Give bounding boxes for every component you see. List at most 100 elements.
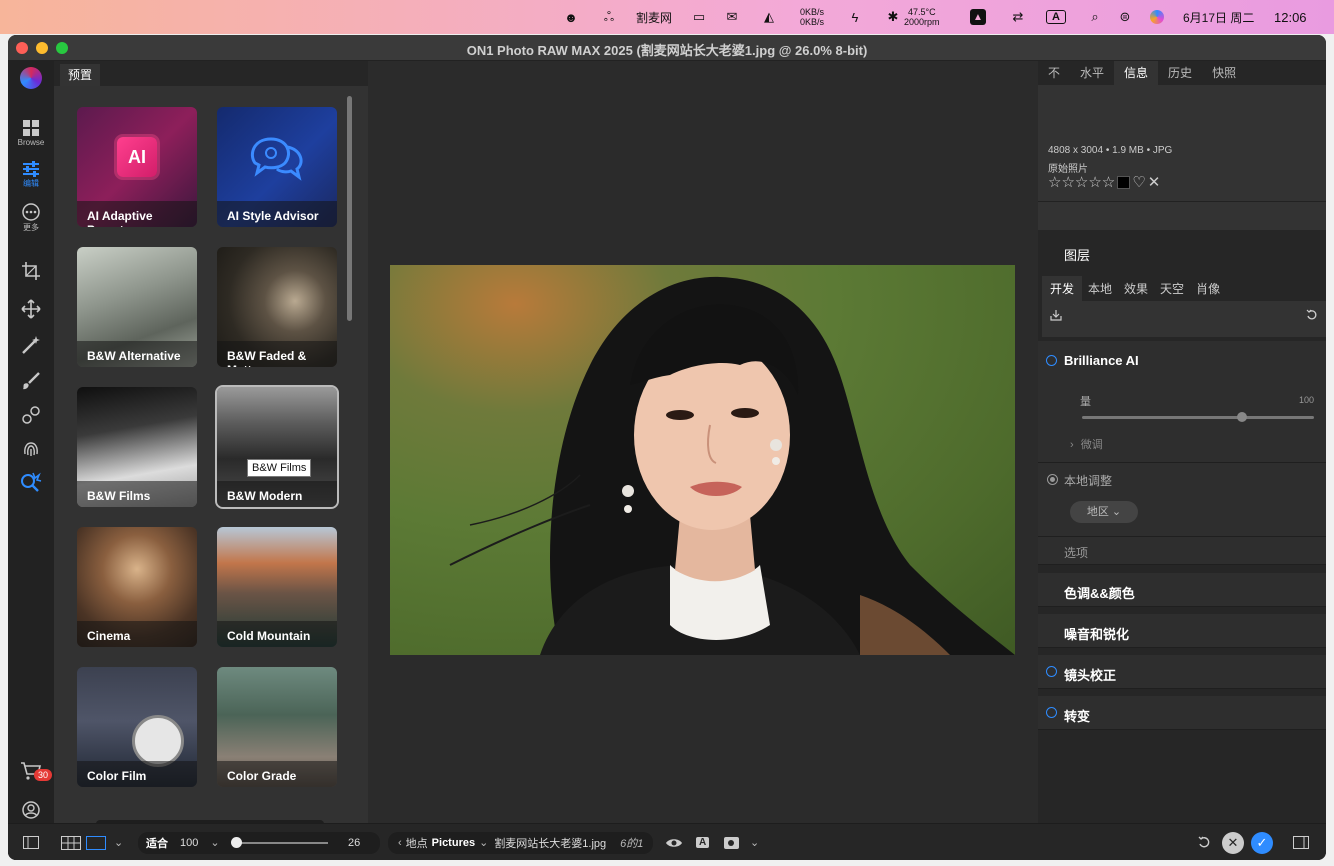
heart-icon[interactable]: ♡: [1132, 173, 1145, 191]
edited-photo[interactable]: [390, 265, 1015, 655]
wechat-icon[interactable]: ✉: [723, 0, 741, 34]
undo-icon[interactable]: [1198, 824, 1211, 860]
search-icon[interactable]: ⌕: [1086, 0, 1104, 34]
crop-tool[interactable]: [8, 261, 54, 281]
tab-develop[interactable]: 开发: [1042, 276, 1083, 301]
mask-view-icon[interactable]: [724, 824, 739, 860]
tab-nav[interactable]: 不: [1038, 61, 1070, 85]
account-button[interactable]: [8, 799, 54, 821]
preset-card-bw-modern[interactable]: B&W Modern: [215, 385, 339, 509]
apply-button[interactable]: ✓: [1251, 824, 1273, 860]
cancel-button[interactable]: ✕: [1222, 824, 1244, 860]
mask-chevron-down-icon[interactable]: ⌄: [750, 824, 759, 860]
tab-history[interactable]: 历史: [1158, 61, 1202, 85]
options-row[interactable]: 选项: [1038, 537, 1326, 565]
ai-mask-tool[interactable]: [8, 471, 54, 493]
noise-sharpen-section[interactable]: 噪音和锐化: [1038, 614, 1326, 648]
clone-tool[interactable]: [8, 405, 54, 425]
lens-toggle[interactable]: [1046, 666, 1057, 677]
app-logo-icon[interactable]: [8, 67, 54, 89]
radio-icon[interactable]: [1047, 474, 1058, 485]
grid-view-icon[interactable]: [61, 824, 81, 860]
cart-button[interactable]: 30: [8, 761, 54, 781]
site-menu-item[interactable]: 割麦网: [636, 0, 672, 34]
tab-level[interactable]: 水平: [1070, 61, 1114, 85]
move-tool[interactable]: [8, 299, 54, 319]
image-icon[interactable]: ▲: [970, 0, 986, 34]
view-chevron-down-icon[interactable]: ⌄: [114, 824, 123, 860]
toggle-left-panel-icon[interactable]: [23, 824, 39, 860]
tone-color-section[interactable]: 色调&&颜色: [1038, 573, 1326, 607]
amount-value[interactable]: 100: [1299, 395, 1314, 405]
cpu-stats[interactable]: 47.5°C 2000rpm: [904, 0, 940, 34]
color-label-black[interactable]: [1117, 175, 1131, 189]
thumb-size-slider-thumb[interactable]: [231, 836, 242, 848]
magic-wand-tool[interactable]: [8, 335, 54, 355]
layers-header[interactable]: 图层: [1064, 245, 1090, 264]
browse-button[interactable]: Browse: [8, 119, 54, 147]
display-icon[interactable]: ▭: [690, 0, 708, 34]
fine-tune-row[interactable]: › 微调: [1070, 436, 1103, 452]
edit-button[interactable]: 编辑: [8, 161, 54, 189]
brush-tool[interactable]: [8, 371, 54, 391]
image-canvas[interactable]: [368, 61, 1038, 823]
siri-icon[interactable]: [1150, 0, 1164, 34]
zoom-chevron-down-icon[interactable]: ⌄: [210, 836, 219, 849]
preset-card-cold-mountain[interactable]: Cold Mountain: [217, 527, 337, 647]
transform-toggle[interactable]: [1046, 707, 1057, 718]
folder-chevron-down-icon[interactable]: ⌄: [479, 836, 488, 849]
toggle-right-panel-icon[interactable]: [1293, 824, 1309, 860]
brilliance-title[interactable]: Brilliance AI: [1064, 353, 1139, 368]
tab-effects[interactable]: 效果: [1118, 276, 1154, 301]
image-dimensions: 4808 x 3004 • 1.9 MB • JPG: [1048, 145, 1173, 156]
region-dropdown[interactable]: 地区 ⌄: [1070, 501, 1138, 523]
input-source[interactable]: A: [1046, 0, 1066, 34]
tab-sky[interactable]: 天空: [1154, 276, 1190, 301]
thumb-size-slider[interactable]: [231, 836, 328, 848]
preset-card-bw-alternative[interactable]: B&W Alternative: [77, 247, 197, 367]
preset-card-ai-adaptive[interactable]: AI AI Adaptive Presets: [77, 107, 197, 227]
folder-dropdown[interactable]: Pictures: [432, 837, 475, 849]
amount-slider-thumb[interactable]: [1237, 412, 1248, 422]
preset-card-ai-style-advisor[interactable]: AI Style Advisor: [217, 107, 337, 227]
preset-card-cinema[interactable]: Cinema: [77, 527, 197, 647]
preset-card-bw-films[interactable]: B&W Films: [77, 387, 197, 507]
reject-x-icon[interactable]: ✕: [1148, 173, 1161, 191]
lens-correction-section[interactable]: 镜头校正: [1038, 655, 1326, 689]
fan-icon[interactable]: ✱: [884, 0, 902, 34]
fit-button[interactable]: 适合: [146, 835, 168, 851]
more-button[interactable]: 更多: [8, 203, 54, 233]
brilliance-toggle[interactable]: [1046, 355, 1057, 366]
rating-stars[interactable]: ☆☆☆☆☆ ♡ ✕: [1048, 173, 1160, 191]
chevron-left-icon[interactable]: ‹: [398, 837, 402, 849]
cluster-icon[interactable]: ஃ: [600, 0, 618, 34]
tab-portrait[interactable]: 肖像: [1190, 276, 1226, 301]
sync-icon[interactable]: ⇄: [1009, 0, 1027, 34]
tab-snapshots[interactable]: 快照: [1202, 61, 1246, 85]
clock[interactable]: 12:06: [1274, 0, 1307, 34]
presets-tab[interactable]: 预置: [60, 64, 101, 86]
date[interactable]: 6月17日 周二: [1183, 0, 1254, 34]
preset-card-bw-faded-matte[interactable]: B&W Faded & Matte: [217, 247, 337, 367]
devil-icon[interactable]: ☻: [562, 0, 580, 34]
retouch-tool[interactable]: [8, 439, 54, 459]
battery-bolt-icon[interactable]: ϟ: [846, 0, 864, 34]
zoom-value[interactable]: 100: [180, 837, 198, 849]
single-view-icon[interactable]: [86, 824, 106, 860]
presets-scrollbar[interactable]: [347, 96, 352, 321]
star-icons[interactable]: ☆☆☆☆☆: [1048, 173, 1115, 191]
preset-card-color-grade[interactable]: Color Grade: [217, 667, 337, 787]
transform-section[interactable]: 转变: [1038, 696, 1326, 730]
tab-info[interactable]: 信息: [1114, 61, 1159, 85]
tab-local[interactable]: 本地: [1082, 276, 1118, 301]
network-speed[interactable]: 0KB/s 0KB/s: [800, 0, 824, 34]
import-icon[interactable]: [1050, 309, 1062, 321]
reset-icon[interactable]: [1306, 309, 1318, 321]
title-bar[interactable]: ON1 Photo RAW MAX 2025 (割麦网站长大老婆1.jpg @ …: [8, 35, 1326, 61]
ai-badge-button[interactable]: A: [696, 824, 710, 860]
control-center-icon[interactable]: ⊜: [1116, 0, 1134, 34]
cat-icon[interactable]: ◭: [760, 0, 778, 34]
preset-card-color-film[interactable]: Color Film: [77, 667, 197, 787]
preview-eye-icon[interactable]: [665, 824, 683, 860]
amount-slider[interactable]: [1082, 412, 1314, 422]
